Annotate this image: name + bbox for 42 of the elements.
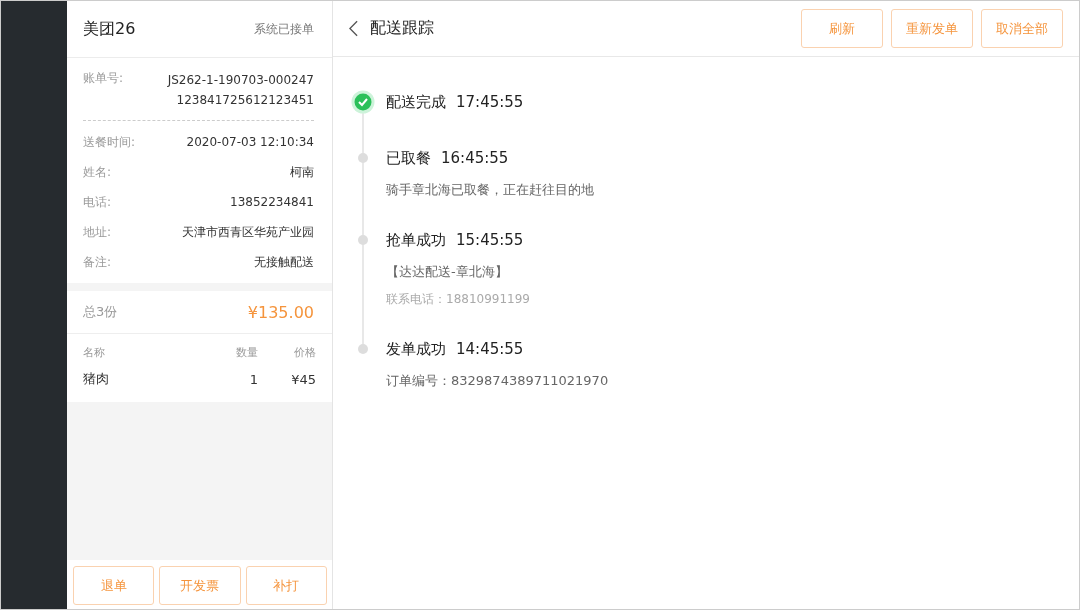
event-time: 14:45:55 <box>456 340 524 358</box>
order-status: 系统已接单 <box>254 20 314 38</box>
table-cell-text: ¥45 <box>290 371 316 387</box>
event-time: 16:45:55 <box>441 149 509 167</box>
column-header: 价格 <box>293 344 316 360</box>
field-value: 2020-07-03 12:10:34 <box>186 135 314 149</box>
field-value: 柯南 <box>290 163 314 181</box>
field-value: 13852234841 <box>230 195 314 209</box>
action-button[interactable]: 刷新 <box>801 9 883 48</box>
page-title: 配送跟踪 <box>370 18 434 39</box>
field-label: 姓名: <box>83 163 112 181</box>
field-label: 地址: <box>83 223 112 241</box>
table-cell-text: 1 <box>248 371 258 387</box>
event-title: 配送完成 <box>386 92 446 112</box>
event-time: 17:45:55 <box>456 93 524 111</box>
total-price: ¥135.00 <box>247 302 314 322</box>
event-detail: 联系电话：18810991199 <box>386 291 530 308</box>
event-detail: 订单编号：8329874389711021970 <box>386 372 609 390</box>
field-label: 电话: <box>83 193 112 211</box>
table-cell-text: 猪肉 <box>83 370 110 388</box>
field-value: 天津市西青区华苑产业园 <box>182 223 314 241</box>
event-detail: 【达达配送-章北海】 <box>386 263 509 281</box>
action-button[interactable]: 取消全部 <box>981 9 1063 48</box>
action-button[interactable]: 重新发单 <box>891 9 973 48</box>
column-header: 名称 <box>83 344 106 360</box>
action-button[interactable]: 开发票 <box>159 566 241 605</box>
field-label: 账单号: <box>83 70 124 87</box>
action-button[interactable]: 补打 <box>245 566 327 605</box>
bill-number: JS262-1-190703-000247123841725612123451 <box>166 72 314 109</box>
event-title: 发单成功 <box>386 339 446 359</box>
action-button[interactable]: 退单 <box>73 566 155 605</box>
back-icon[interactable] <box>349 20 358 37</box>
event-title: 抢单成功 <box>386 230 446 250</box>
event-title: 已取餐 <box>386 148 431 168</box>
event-detail: 骑手章北海已取餐，正在赶往目的地 <box>386 181 594 199</box>
field-value: 无接触配送 <box>254 253 314 271</box>
order-title: 美团26 <box>83 18 136 40</box>
total-count: 总3份 <box>83 303 118 321</box>
column-header: 数量 <box>235 344 258 360</box>
field-label: 送餐时间: <box>83 133 136 151</box>
event-time: 15:45:55 <box>456 231 524 249</box>
field-label: 备注: <box>83 253 112 271</box>
